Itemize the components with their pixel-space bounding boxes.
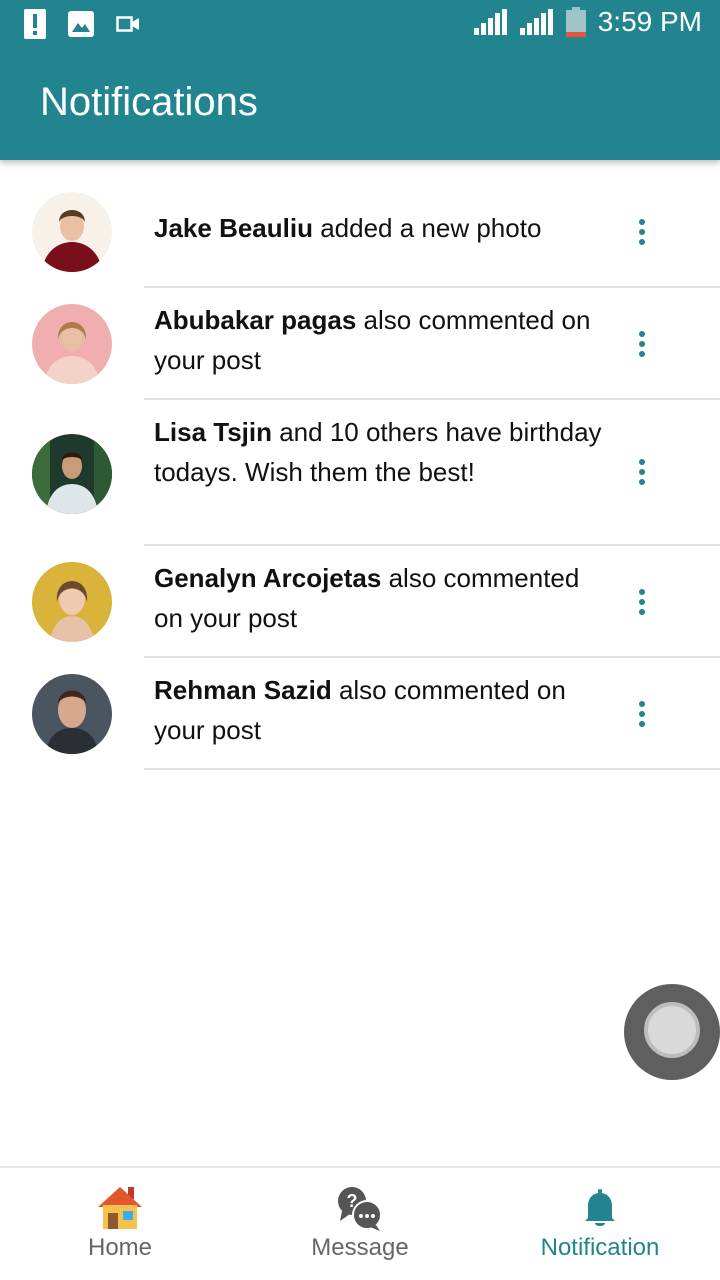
message-icon: ? (338, 1187, 382, 1231)
more-options-icon[interactable] (628, 694, 656, 734)
list-item[interactable]: Rehman Sazid also commented on your post (0, 658, 720, 770)
more-options-icon[interactable] (628, 212, 656, 252)
bell-icon (585, 1189, 615, 1226)
alert-icon (24, 9, 46, 39)
app-bar: 3:59 PM Notifications (0, 0, 720, 160)
notification-text: Lisa Tsjin and 10 others have birthday t… (154, 412, 604, 492)
nav-label-notification: Notification (540, 1234, 660, 1261)
page-title: Notifications (40, 80, 258, 124)
notification-name: Jake Beauliu (154, 213, 313, 243)
list-item[interactable]: Lisa Tsjin and 10 others have birthday t… (0, 400, 720, 546)
battery-icon (565, 7, 586, 37)
nav-item-notification[interactable]: Notification (480, 1184, 720, 1262)
video-icon (116, 16, 139, 32)
more-options-icon[interactable] (628, 452, 656, 492)
notification-text: Abubakar pagas also commented on your po… (154, 300, 604, 380)
notification-name: Abubakar pagas (154, 305, 357, 335)
nav-label-message: Message (311, 1234, 409, 1261)
list-item[interactable]: Genalyn Arcojetas also commented on your… (0, 546, 720, 658)
nav-item-message[interactable]: ? Message (240, 1184, 480, 1262)
assistive-touch-button[interactable] (624, 984, 720, 1080)
notification-message: added a new photo (312, 213, 542, 243)
notification-text: Genalyn Arcojetas also commented on your… (154, 558, 604, 638)
image-icon (68, 11, 94, 37)
status-time: 3:59 PM (597, 6, 702, 37)
status-left (24, 9, 140, 39)
notification-list: Jake Beauliu added a new photo Abubakar … (0, 176, 720, 770)
avatar (32, 304, 112, 384)
list-item[interactable]: Jake Beauliu added a new photo (0, 176, 720, 288)
signal-icon (473, 9, 507, 35)
nav-item-home[interactable]: Home (0, 1184, 240, 1262)
home-icon (98, 1187, 142, 1229)
status-right: 3:59 PM (473, 6, 702, 38)
notification-name: Lisa Tsjin (154, 417, 272, 447)
avatar (32, 562, 112, 642)
notification-name: Genalyn Arcojetas (154, 563, 382, 593)
list-item[interactable]: Abubakar pagas also commented on your po… (0, 288, 720, 400)
avatar (32, 434, 112, 514)
avatar (32, 674, 112, 754)
status-bar: 3:59 PM (0, 0, 720, 50)
more-options-icon[interactable] (628, 324, 656, 364)
avatar (32, 192, 112, 272)
notification-text: Jake Beauliu added a new photo (154, 208, 604, 248)
bottom-navigation: Home ? Message Notification (0, 1166, 720, 1280)
notification-name: Rehman Sazid (154, 675, 332, 705)
assistive-touch-ring (644, 1002, 700, 1058)
nav-label-home: Home (87, 1234, 153, 1261)
notification-text: Rehman Sazid also commented on your post (154, 670, 604, 750)
signal-icon (519, 9, 553, 35)
divider (144, 768, 720, 770)
more-options-icon[interactable] (628, 582, 656, 622)
